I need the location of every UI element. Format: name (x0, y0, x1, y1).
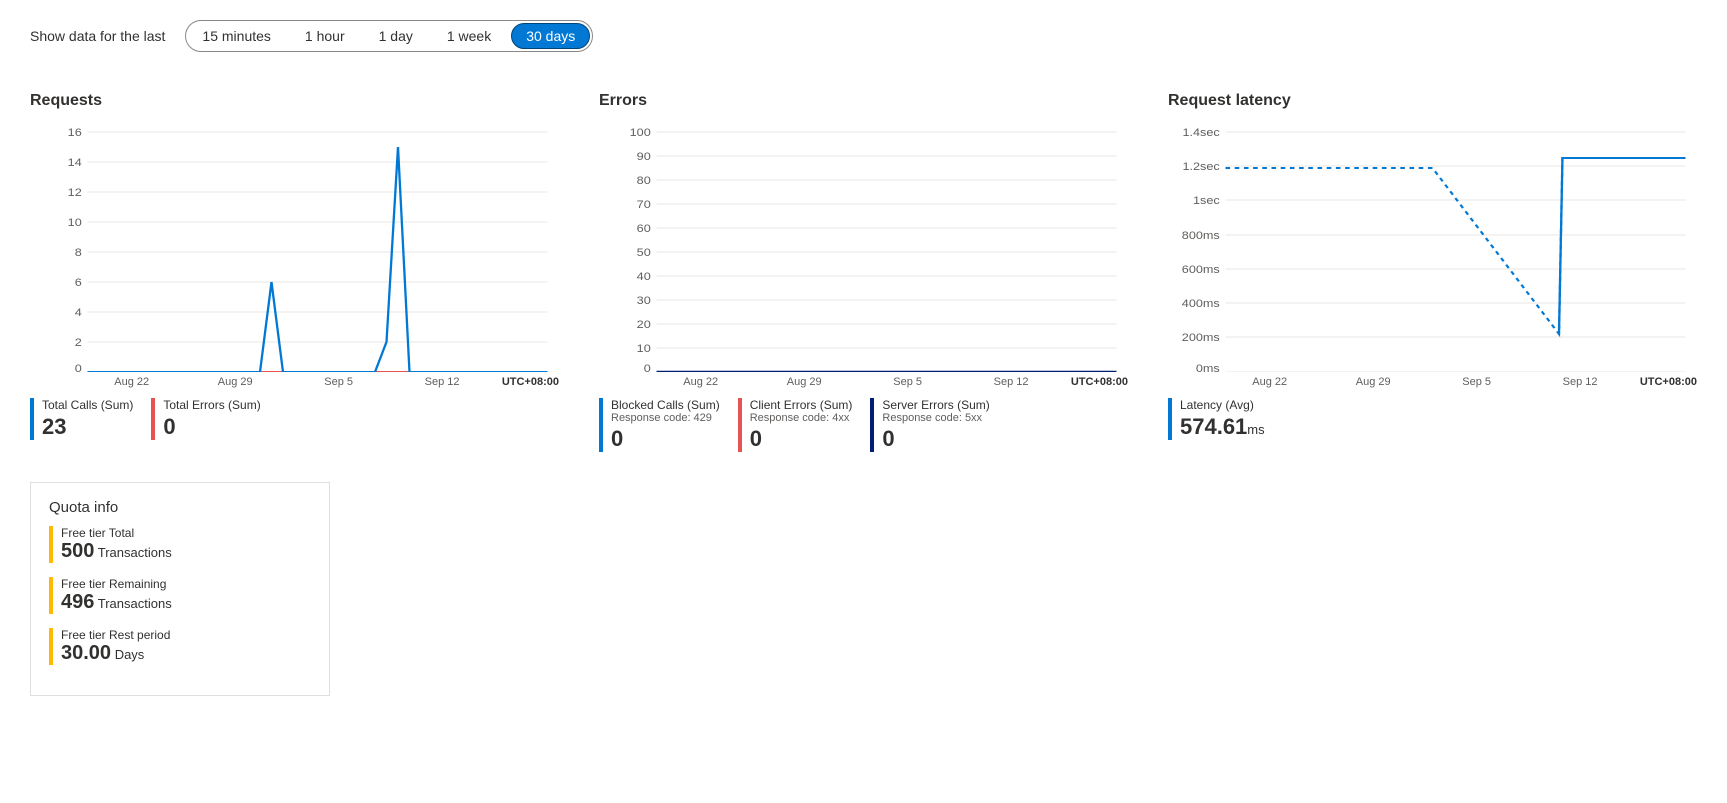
svg-text:14: 14 (68, 156, 82, 169)
svg-text:20: 20 (637, 318, 651, 331)
latency-chart-title: Request latency (1168, 92, 1697, 110)
svg-text:10: 10 (68, 216, 82, 229)
time-range-filter: Show data for the last 15 minutes 1 hour… (30, 20, 1697, 52)
x-tick: Aug 22 (649, 376, 752, 388)
svg-text:2: 2 (75, 336, 82, 349)
svg-text:60: 60 (637, 222, 651, 235)
x-tick: Aug 22 (80, 376, 183, 388)
latency-chart[interactable]: 1.4sec 1.2sec 1sec 800ms 600ms 400ms 200… (1168, 122, 1697, 372)
svg-text:1.4sec: 1.4sec (1182, 126, 1219, 139)
svg-text:80: 80 (637, 174, 651, 187)
legend-client-errors: Client Errors (Sum) Response code: 4xx 0 (738, 398, 853, 452)
x-tick: Sep 12 (1528, 376, 1631, 388)
timezone-label: UTC+08:00 (494, 376, 559, 388)
errors-legend: Blocked Calls (Sum) Response code: 429 0… (599, 398, 1128, 452)
svg-text:10: 10 (637, 342, 651, 355)
quota-free-tier-total: Free tier Total 500 Transactions (49, 526, 311, 563)
legend-total-errors: Total Errors (Sum) 0 (151, 398, 260, 440)
x-tick: Sep 5 (1425, 376, 1528, 388)
latency-legend: Latency (Avg) 574.61ms (1168, 398, 1697, 440)
svg-text:6: 6 (75, 276, 82, 289)
timezone-label: UTC+08:00 (1632, 376, 1697, 388)
legend-server-errors: Server Errors (Sum) Response code: 5xx 0 (870, 398, 989, 452)
svg-text:0: 0 (75, 362, 82, 372)
errors-x-axis: Aug 22 Aug 29 Sep 5 Sep 12 UTC+08:00 (599, 376, 1128, 388)
time-pill-1day[interactable]: 1 day (365, 24, 427, 48)
x-tick: Sep 5 (856, 376, 959, 388)
x-tick: Aug 29 (183, 376, 286, 388)
svg-text:800ms: 800ms (1182, 229, 1220, 242)
requests-chart-title: Requests (30, 92, 559, 110)
svg-text:600ms: 600ms (1182, 263, 1220, 276)
svg-text:0: 0 (644, 362, 651, 372)
svg-text:16: 16 (68, 126, 82, 139)
requests-x-axis: Aug 22 Aug 29 Sep 5 Sep 12 UTC+08:00 (30, 376, 559, 388)
legend-blocked-calls: Blocked Calls (Sum) Response code: 429 0 (599, 398, 720, 452)
legend-latency-avg: Latency (Avg) 574.61ms (1168, 398, 1268, 440)
time-range-pills: 15 minutes 1 hour 1 day 1 week 30 days (185, 20, 593, 52)
svg-text:1.2sec: 1.2sec (1182, 160, 1219, 173)
time-pill-1week[interactable]: 1 week (433, 24, 505, 48)
charts-row: Requests 16 14 12 10 8 6 4 (30, 92, 1697, 452)
time-pill-1hour[interactable]: 1 hour (291, 24, 359, 48)
x-tick: Sep 12 (390, 376, 493, 388)
quota-title: Quota info (49, 499, 311, 516)
svg-text:200ms: 200ms (1182, 331, 1220, 344)
quota-free-tier-remaining: Free tier Remaining 496 Transactions (49, 577, 311, 614)
svg-text:4: 4 (75, 306, 82, 319)
svg-text:70: 70 (637, 198, 651, 211)
svg-text:50: 50 (637, 246, 651, 259)
latency-chart-panel: Request latency 1.4sec 1.2sec 1sec 800ms… (1168, 92, 1697, 452)
time-pill-15min[interactable]: 15 minutes (188, 24, 284, 48)
svg-text:12: 12 (68, 186, 82, 199)
time-filter-label: Show data for the last (30, 28, 165, 44)
time-pill-30days[interactable]: 30 days (511, 23, 590, 49)
x-tick: Aug 29 (1321, 376, 1424, 388)
requests-chart-panel: Requests 16 14 12 10 8 6 4 (30, 92, 559, 452)
quota-info-card: Quota info Free tier Total 500 Transacti… (30, 482, 330, 696)
requests-legend: Total Calls (Sum) 23 Total Errors (Sum) … (30, 398, 559, 440)
x-tick: Aug 29 (752, 376, 855, 388)
svg-text:30: 30 (637, 294, 651, 307)
svg-text:0ms: 0ms (1196, 362, 1220, 372)
x-tick: Sep 5 (287, 376, 390, 388)
x-tick: Aug 22 (1218, 376, 1321, 388)
timezone-label: UTC+08:00 (1063, 376, 1128, 388)
quota-free-tier-rest: Free tier Rest period 30.00 Days (49, 628, 311, 665)
svg-text:100: 100 (630, 126, 652, 139)
svg-text:400ms: 400ms (1182, 297, 1220, 310)
legend-total-calls: Total Calls (Sum) 23 (30, 398, 133, 440)
errors-chart-panel: Errors 100 90 80 70 60 50 (599, 92, 1128, 452)
svg-text:90: 90 (637, 150, 651, 163)
x-tick: Sep 12 (959, 376, 1062, 388)
requests-chart[interactable]: 16 14 12 10 8 6 4 2 0 (30, 122, 559, 372)
errors-chart[interactable]: 100 90 80 70 60 50 40 30 20 10 0 (599, 122, 1128, 372)
svg-text:1sec: 1sec (1193, 194, 1220, 207)
errors-chart-title: Errors (599, 92, 1128, 110)
svg-text:8: 8 (75, 246, 82, 259)
latency-x-axis: Aug 22 Aug 29 Sep 5 Sep 12 UTC+08:00 (1168, 376, 1697, 388)
svg-text:40: 40 (637, 270, 651, 283)
